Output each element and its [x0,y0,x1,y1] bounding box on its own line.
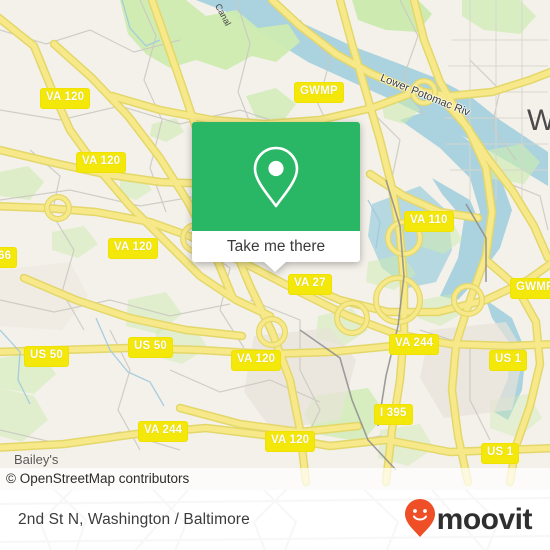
road-shield[interactable]: GWMP [510,278,550,299]
road-shield[interactable]: 66 [0,247,18,268]
road-shield[interactable]: I 395 [374,404,413,425]
popup-image-area [192,122,360,231]
moovit-brand: moovit [404,490,533,550]
road-shield[interactable]: US 50 [128,337,173,358]
road-shield[interactable]: US 1 [481,443,520,464]
take-me-there-button[interactable]: Take me there [192,231,360,262]
road-shield[interactable]: VA 120 [40,88,91,109]
road-shield[interactable]: GWMP [294,82,344,103]
place-label-washington: W [527,104,550,137]
popup-tail [264,262,286,272]
map-attribution: © OpenStreetMap contributors [0,468,550,490]
road-shield[interactable]: VA 120 [76,152,127,173]
road-shield[interactable]: VA 120 [265,431,316,452]
destination-popup-card[interactable]: Take me there [192,122,360,272]
road-shield[interactable]: VA 244 [138,421,189,442]
moovit-wordmark: moovit [436,503,533,536]
bottom-info-bar: 2nd St N, Washington / Baltimore moovit [0,490,550,550]
road-shield[interactable]: US 50 [24,346,69,367]
moovit-smiley-pin-icon [404,498,435,542]
road-shield[interactable]: VA 244 [389,334,440,355]
road-shield[interactable]: VA 120 [108,238,159,259]
road-shield[interactable]: US 1 [489,350,528,371]
road-shield[interactable]: VA 27 [288,274,332,295]
road-shield[interactable]: VA 110 [404,211,454,232]
moovit-map-screenshot: VA 120 VA 120 VA 120 66 GWMP VA 110 VA 2… [0,0,550,550]
map-pin-icon [249,144,303,210]
location-title: 2nd St N, Washington / Baltimore [18,511,250,528]
road-shield[interactable]: VA 120 [231,350,282,371]
place-label-baileys: Bailey's [14,452,59,467]
